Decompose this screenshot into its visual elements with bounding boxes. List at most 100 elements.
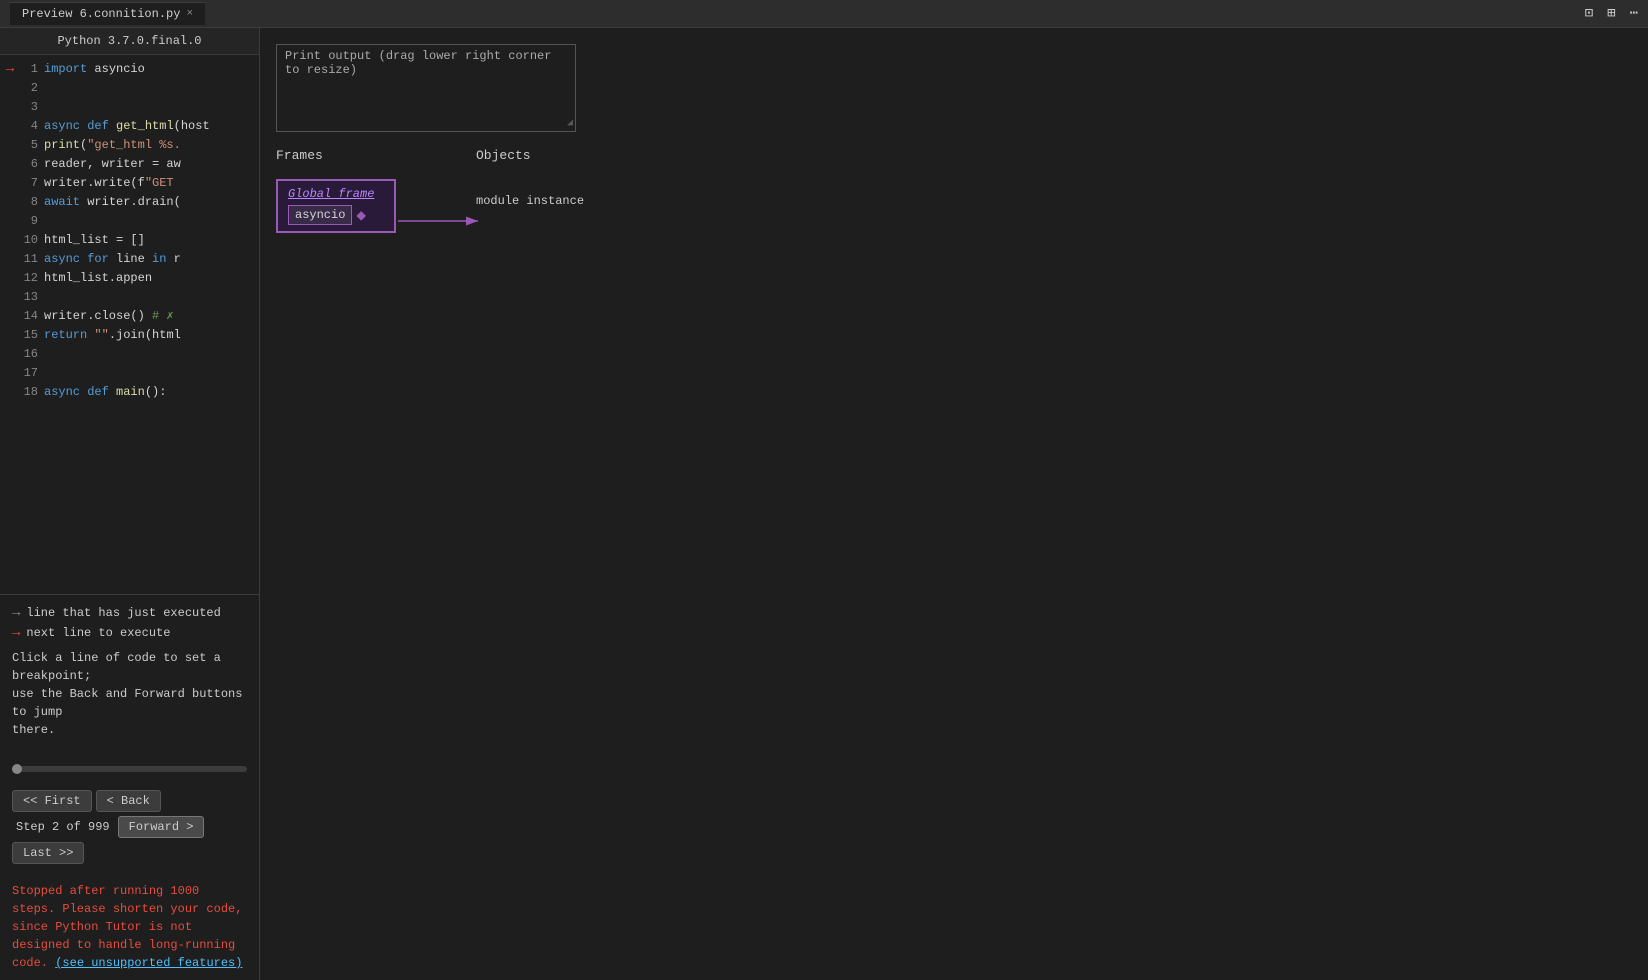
global-frame-title: Global frame [288, 187, 384, 201]
line-number: 17 [20, 366, 44, 380]
line-number: 6 [20, 157, 44, 171]
code-line-12[interactable]: → 12 html_list.appen [0, 268, 259, 287]
code-line-8[interactable]: → 8 await writer.drain( [0, 192, 259, 211]
code-line-9[interactable]: → 9 [0, 211, 259, 230]
line-number: 14 [20, 309, 44, 323]
frames-header: Frames [276, 148, 396, 167]
code-line-18[interactable]: → 18 async def main(): [0, 382, 259, 401]
line-content: html_list = [] [44, 233, 145, 247]
window-icon-1[interactable]: ⊡ [1585, 5, 1593, 22]
global-frame-box: Global frame asyncio ◆ [276, 179, 396, 233]
line-arrow-empty: → [0, 175, 20, 191]
legend-area: → line that has just executed → next lin… [0, 594, 259, 757]
line-content: print("get_html %s. [44, 138, 181, 152]
line-content: import asyncio [44, 62, 145, 76]
line-number: 5 [20, 138, 44, 152]
resize-handle[interactable]: ◢ [567, 117, 573, 129]
module-instance-text: module instance [476, 194, 584, 208]
code-line-3[interactable]: → 3 [0, 97, 259, 116]
right-panel: Print output (drag lower right corner to… [260, 28, 1648, 980]
line-content: writer.close() # ✗ [44, 308, 174, 323]
window-icon-3[interactable]: ⋯ [1630, 5, 1638, 22]
line-arrow-empty: → [0, 384, 20, 400]
nav-buttons: << First < Back Step 2 of 999 Forward > … [0, 780, 259, 874]
line-arrow-empty: → [0, 289, 20, 305]
line-content: html_list.appen [44, 271, 152, 285]
line-number: 11 [20, 252, 44, 266]
code-line-4[interactable]: → 4 async def get_html(host [0, 116, 259, 135]
line-arrow-empty: → [0, 137, 20, 153]
frame-pointer-icon: ◆ [356, 205, 366, 225]
line-content: reader, writer = aw [44, 157, 181, 171]
legend-gray-arrow: → line that has just executed [12, 605, 247, 621]
objects-header: Objects [476, 148, 584, 167]
step-info: Step 2 of 999 [16, 820, 110, 834]
instruction-text: Click a line of code to set a breakpoint… [12, 649, 247, 739]
line-arrow-empty: → [0, 327, 20, 343]
code-line-17[interactable]: → 17 [0, 363, 259, 382]
last-button[interactable]: Last >> [12, 842, 84, 864]
line-content: writer.write(f"GET [44, 176, 174, 190]
red-arrow-icon: → [12, 625, 20, 641]
line-number: 7 [20, 176, 44, 190]
code-line-1[interactable]: → 1 import asyncio [0, 59, 259, 78]
code-area: → 1 import asyncio → 2 → 3 → 4 [0, 55, 259, 594]
line-content: return "".join(html [44, 328, 181, 342]
main-container: Python 3.7.0.final.0 → 1 import asyncio … [0, 28, 1648, 980]
editor-tab[interactable]: Preview 6.connition.py × [10, 2, 205, 25]
print-output-body: ◢ [277, 81, 575, 131]
first-button[interactable]: << First [12, 790, 92, 812]
unsupported-features-link[interactable]: (see unsupported features) [55, 956, 242, 970]
code-line-13[interactable]: → 13 [0, 287, 259, 306]
legend-red-label: next line to execute [26, 626, 170, 640]
title-bar: Preview 6.connition.py × ⊡ ⊞ ⋯ [0, 0, 1648, 28]
line-number: 4 [20, 119, 44, 133]
code-line-14[interactable]: → 14 writer.close() # ✗ [0, 306, 259, 325]
line-number: 2 [20, 81, 44, 95]
window-icon-2[interactable]: ⊞ [1607, 5, 1615, 22]
code-line-11[interactable]: → 11 async for line in r [0, 249, 259, 268]
line-content: async for line in r [44, 252, 181, 266]
line-content: await writer.drain( [44, 195, 181, 209]
frame-item-asyncio: asyncio ◆ [288, 205, 384, 225]
forward-button[interactable]: Forward > [118, 816, 205, 838]
print-output-header: Print output (drag lower right corner to… [277, 45, 575, 81]
frame-var-asyncio: asyncio [288, 205, 352, 225]
line-arrow-empty: → [0, 308, 20, 324]
frames-objects-panel: Frames Global frame asyncio ◆ [276, 148, 1632, 233]
tab-close-icon[interactable]: × [186, 8, 193, 20]
line-number: 3 [20, 100, 44, 114]
line-arrow-empty: → [0, 270, 20, 286]
tab-label: Preview 6.connition.py [22, 7, 180, 21]
legend-red-arrow: → next line to execute [12, 625, 247, 641]
line-number: 9 [20, 214, 44, 228]
line-arrow-empty: → [0, 156, 20, 172]
line-content: async def get_html(host [44, 119, 210, 133]
code-line-2[interactable]: → 2 [0, 78, 259, 97]
code-line-10[interactable]: → 10 html_list = [] [0, 230, 259, 249]
gray-arrow-icon: → [12, 605, 20, 621]
legend-gray-label: line that has just executed [26, 606, 220, 620]
code-line-6[interactable]: → 6 reader, writer = aw [0, 154, 259, 173]
current-line-arrow: → [0, 61, 20, 77]
back-button[interactable]: < Back [96, 790, 161, 812]
python-version: Python 3.7.0.final.0 [0, 28, 259, 55]
line-arrow-empty: → [0, 365, 20, 381]
slider-container [0, 757, 259, 780]
code-line-5[interactable]: → 5 print("get_html %s. [0, 135, 259, 154]
line-number: 15 [20, 328, 44, 342]
code-line-16[interactable]: → 16 [0, 344, 259, 363]
line-arrow-empty: → [0, 80, 20, 96]
line-arrow-empty: → [0, 194, 20, 210]
line-number: 1 [20, 62, 44, 76]
line-number: 8 [20, 195, 44, 209]
line-number: 16 [20, 347, 44, 361]
line-arrow-empty: → [0, 213, 20, 229]
code-line-7[interactable]: → 7 writer.write(f"GET [0, 173, 259, 192]
line-content: async def main(): [44, 385, 166, 399]
line-arrow-empty: → [0, 346, 20, 362]
step-slider[interactable] [12, 766, 247, 772]
line-number: 18 [20, 385, 44, 399]
code-line-15[interactable]: → 15 return "".join(html [0, 325, 259, 344]
line-arrow-empty: → [0, 99, 20, 115]
